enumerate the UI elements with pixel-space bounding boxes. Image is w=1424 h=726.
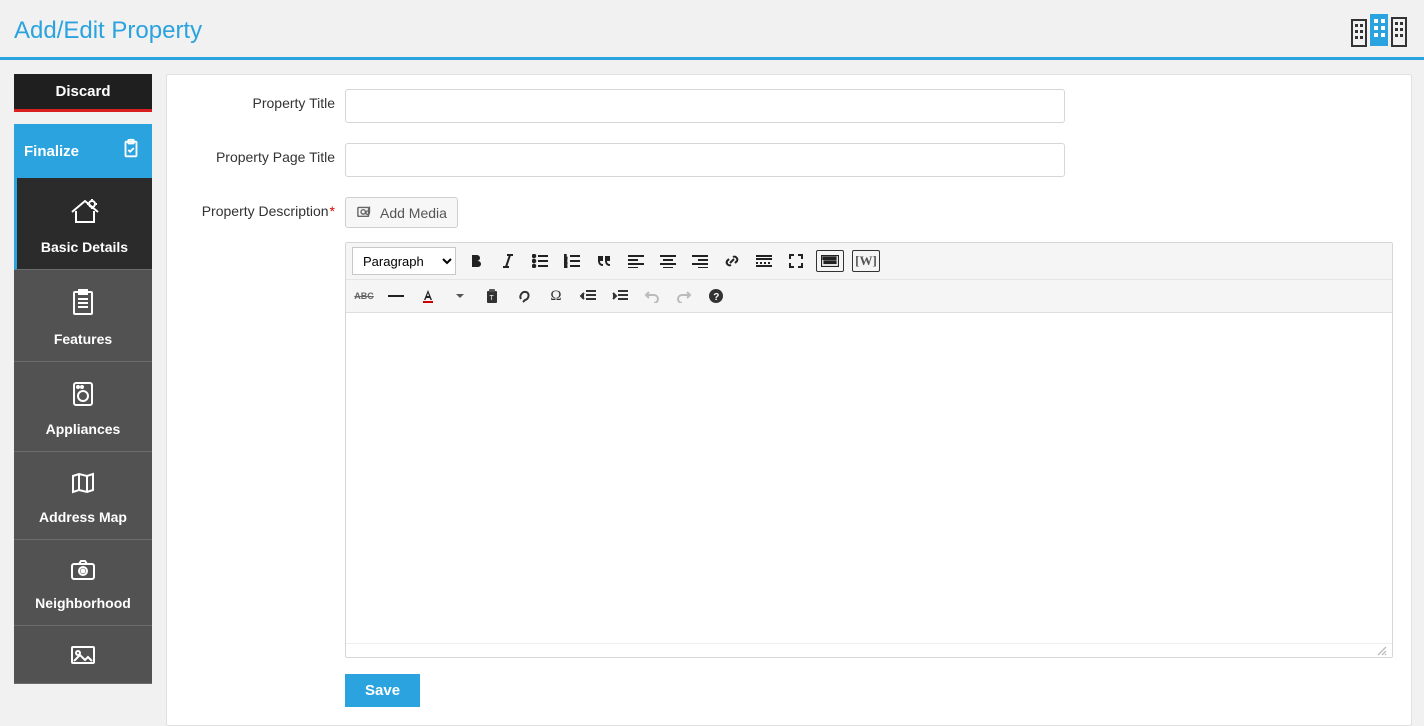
svg-text:T: T xyxy=(490,295,495,302)
svg-text:3: 3 xyxy=(564,264,567,268)
camera-target-icon xyxy=(20,558,146,585)
align-center-button[interactable] xyxy=(656,249,680,273)
sidebar-item-label: Address Map xyxy=(20,509,146,525)
camera-music-icon xyxy=(356,203,374,222)
align-left-button[interactable] xyxy=(624,249,648,273)
label-property-description: Property Description* xyxy=(185,197,345,219)
strikethrough-button[interactable]: ABC xyxy=(352,284,376,308)
bullet-list-button[interactable] xyxy=(528,249,552,273)
map-icon xyxy=(20,470,146,499)
format-select[interactable]: Paragraph xyxy=(352,247,456,275)
washer-icon xyxy=(20,380,146,411)
buildings-logo-icon xyxy=(1350,10,1410,51)
content-panel: Property Title Property Page Title Prope… xyxy=(166,74,1412,726)
redo-button[interactable] xyxy=(672,284,696,308)
horizontal-rule-button[interactable] xyxy=(384,284,408,308)
row-property-title: Property Title xyxy=(185,89,1393,123)
paste-text-button[interactable]: T xyxy=(480,284,504,308)
clipboard-list-icon xyxy=(20,288,146,321)
page-header: Add/Edit Property xyxy=(0,0,1424,60)
text-color-button[interactable] xyxy=(416,284,440,308)
image-icon xyxy=(20,644,146,669)
sidebar-item-neighborhood[interactable]: Neighborhood xyxy=(14,540,152,626)
numbered-list-button[interactable]: 123 xyxy=(560,249,584,273)
row-property-description: Property Description* Add Media xyxy=(185,197,1393,707)
sidebar-item-label: Appliances xyxy=(20,421,146,437)
sidebar-item-label: Basic Details xyxy=(23,239,146,255)
sidebar: Discard Finalize Basic Details xyxy=(14,74,152,684)
required-marker: * xyxy=(330,203,335,219)
editor-resize-handle[interactable] xyxy=(346,643,1392,657)
blockquote-button[interactable] xyxy=(592,249,616,273)
sidebar-item-gallery[interactable] xyxy=(14,626,152,684)
home-gear-icon xyxy=(23,196,146,229)
row-property-page-title: Property Page Title xyxy=(185,143,1393,177)
page-title: Add/Edit Property xyxy=(14,17,202,45)
discard-button[interactable]: Discard xyxy=(14,74,152,112)
add-media-button[interactable]: Add Media xyxy=(345,197,458,228)
outdent-button[interactable] xyxy=(576,284,600,308)
indent-button[interactable] xyxy=(608,284,632,308)
sidebar-item-label: Features xyxy=(20,331,146,347)
insert-more-button[interactable] xyxy=(752,249,776,273)
svg-text:?: ? xyxy=(713,292,719,303)
label-property-title: Property Title xyxy=(185,89,345,111)
sidebar-item-label: Neighborhood xyxy=(20,595,146,611)
rich-text-editor: Paragraph 123 [W] xyxy=(345,242,1393,658)
save-button[interactable]: Save xyxy=(345,674,420,707)
add-media-label: Add Media xyxy=(380,205,447,221)
sidebar-item-address-map[interactable]: Address Map xyxy=(14,452,152,540)
undo-button[interactable] xyxy=(640,284,664,308)
finalize-label: Finalize xyxy=(24,143,79,160)
link-button[interactable] xyxy=(720,249,744,273)
bold-button[interactable] xyxy=(464,249,488,273)
clipboard-check-icon xyxy=(120,138,142,164)
editor-toolbar-row2: ABC T Ω ? xyxy=(346,280,1392,313)
input-property-title[interactable] xyxy=(345,89,1065,123)
align-right-button[interactable] xyxy=(688,249,712,273)
fullscreen-button[interactable] xyxy=(784,249,808,273)
toolbar-toggle-button[interactable] xyxy=(816,250,844,272)
italic-button[interactable] xyxy=(496,249,520,273)
finalize-button[interactable]: Finalize xyxy=(14,124,152,178)
sidebar-item-basic-details[interactable]: Basic Details xyxy=(14,178,152,270)
special-char-button[interactable]: Ω xyxy=(544,284,568,308)
help-button[interactable]: ? xyxy=(704,284,728,308)
clear-format-button[interactable] xyxy=(512,284,536,308)
word-paste-button[interactable]: [W] xyxy=(852,250,880,272)
sidebar-item-features[interactable]: Features xyxy=(14,270,152,362)
text-color-dropdown[interactable] xyxy=(448,284,472,308)
label-property-page-title: Property Page Title xyxy=(185,143,345,165)
editor-content-area[interactable] xyxy=(346,313,1392,643)
sidebar-item-appliances[interactable]: Appliances xyxy=(14,362,152,452)
input-property-page-title[interactable] xyxy=(345,143,1065,177)
resize-grip-icon xyxy=(1376,645,1388,657)
editor-toolbar-row1: Paragraph 123 [W] xyxy=(346,243,1392,280)
